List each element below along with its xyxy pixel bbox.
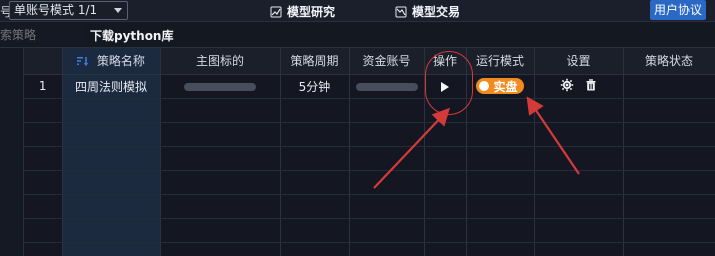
account-mode-select[interactable]: 单账号模式 1/1 bbox=[9, 1, 128, 20]
column-index-header bbox=[24, 48, 63, 75]
left-gutter bbox=[0, 48, 24, 256]
column-settings-header: 设置 bbox=[534, 48, 624, 75]
tab-model-trading[interactable]: 模型交易 bbox=[395, 3, 460, 20]
table-row bbox=[24, 218, 715, 243]
tab-model-research[interactable]: 模型研究 bbox=[270, 3, 335, 20]
tab-model-research-label: 模型研究 bbox=[287, 5, 336, 19]
chart-icon bbox=[270, 6, 282, 17]
run-mode-cell: 实盘 bbox=[466, 74, 535, 99]
column-strategy-name-label: 策略名称 bbox=[96, 54, 145, 69]
column-action-header: 操作 bbox=[424, 48, 467, 75]
action-cell bbox=[424, 74, 467, 99]
table-header-row: 策略名称 主图标的 策略周期 资金账号 操作 运行模式 设置 策略状态 bbox=[24, 48, 715, 75]
trash-icon[interactable] bbox=[584, 78, 598, 92]
table-row bbox=[24, 194, 715, 219]
account-masked bbox=[355, 82, 418, 91]
trend-icon bbox=[395, 6, 407, 17]
column-main-symbol-header: 主图标的 bbox=[160, 48, 281, 75]
gear-icon[interactable] bbox=[560, 78, 574, 92]
settings-actions bbox=[560, 78, 598, 92]
settings-cell bbox=[534, 74, 624, 99]
download-python-library-link[interactable]: 下载python库 bbox=[90, 27, 173, 44]
main-symbol-masked bbox=[184, 82, 256, 91]
column-run-mode-header: 运行模式 bbox=[466, 48, 535, 75]
subtoolbar: 下载python库 bbox=[0, 22, 715, 48]
column-status-header: 策略状态 bbox=[623, 48, 715, 75]
strategy-table-container: 策略名称 主图标的 策略周期 资金账号 操作 运行模式 设置 策略状态 1 四周… bbox=[24, 48, 715, 256]
status-cell bbox=[623, 74, 715, 99]
run-mode-toggle[interactable]: 实盘 bbox=[476, 78, 524, 94]
strategy-search-input[interactable] bbox=[0, 25, 85, 45]
column-period-header: 策略周期 bbox=[280, 48, 350, 75]
account-cell bbox=[349, 74, 425, 99]
strategy-name-cell[interactable]: 四周法则模拟 bbox=[62, 74, 161, 99]
main-symbol-cell bbox=[160, 74, 281, 99]
chevron-down-icon bbox=[114, 8, 122, 13]
table-row bbox=[24, 122, 715, 147]
table-row bbox=[24, 98, 715, 123]
column-strategy-name-header[interactable]: 策略名称 bbox=[62, 48, 161, 75]
play-icon[interactable] bbox=[441, 81, 449, 92]
strategy-table: 策略名称 主图标的 策略周期 资金账号 操作 运行模式 设置 策略状态 1 四周… bbox=[24, 48, 715, 256]
user-agreement-button[interactable]: 用户协议 bbox=[650, 0, 706, 20]
toggle-knob bbox=[479, 81, 490, 91]
account-mode-value: 单账号模式 1/1 bbox=[14, 3, 98, 17]
tab-model-trading-label: 模型交易 bbox=[412, 5, 461, 19]
table-row[interactable]: 1 四周法则模拟 5分钟 实盘 bbox=[24, 74, 715, 99]
period-cell: 5分钟 bbox=[280, 74, 350, 99]
row-index-cell: 1 bbox=[24, 74, 63, 99]
table-row bbox=[24, 146, 715, 171]
table-row bbox=[24, 242, 715, 256]
sort-icon bbox=[77, 57, 89, 67]
top-toolbar: 号 单账号模式 1/1 模型研究 模型交易 用户协议 bbox=[0, 0, 715, 22]
table-row bbox=[24, 170, 715, 195]
column-account-header: 资金账号 bbox=[349, 48, 425, 75]
run-mode-label: 实盘 bbox=[493, 79, 518, 94]
